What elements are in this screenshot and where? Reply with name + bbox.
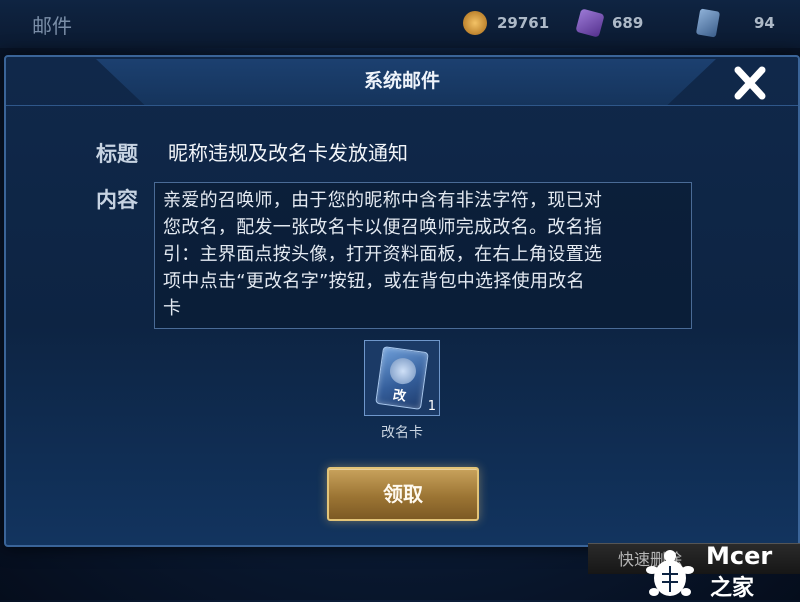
item-name: 改名卡 — [381, 425, 423, 441]
gold-coin-icon — [463, 11, 487, 35]
card-glyph: 改 — [391, 387, 407, 405]
close-button[interactable] — [728, 63, 772, 103]
claim-button[interactable]: 领取 — [327, 467, 479, 521]
top-bar — [0, 0, 800, 48]
dialog-title: 系统邮件 — [363, 70, 440, 92]
content-scroll-box[interactable]: 亲爱的召唤师，由于您的昵称中含有非法字符，现已对 您改名，配发一张改名卡以便召唤… — [154, 182, 692, 329]
content-line: 卡 — [163, 298, 182, 319]
gem-value: 689 — [612, 14, 644, 32]
gem-icon — [575, 8, 605, 38]
content-line: 您改名，配发一张改名卡以便召唤师完成改名。改名指 — [163, 217, 603, 238]
content-line: 引：主界面点按头像，打开资料面板，在右上角设置选 — [163, 244, 603, 265]
content-text: 亲爱的召唤师，由于您的昵称中含有非法字符，现已对 您改名，配发一张改名卡以便召唤… — [155, 183, 691, 322]
mail-page-title: 邮件 — [32, 14, 72, 38]
close-icon — [734, 66, 766, 100]
turtle-logo-icon — [646, 550, 694, 596]
voucher-icon — [695, 8, 721, 38]
content-label: 内容 — [96, 188, 138, 212]
subject-text: 昵称违规及改名卡发放通知 — [168, 141, 408, 165]
subject-label: 标题 — [96, 142, 138, 166]
watermark-text-1: Mcer — [706, 542, 773, 570]
content-line: 项中点击“更改名字”按钮，或在背包中选择使用改名 — [163, 271, 585, 292]
watermark: Mcer 之家 — [640, 542, 800, 601]
gold-resource: 29761 — [463, 10, 549, 36]
header-divider — [6, 105, 798, 106]
system-mail-dialog: 系统邮件 标题 昵称违规及改名卡发放通知 内容 亲爱的召唤师，由于您的昵称中含有… — [4, 55, 800, 547]
card-emblem — [388, 356, 418, 386]
rename-card-icon: 改 — [375, 346, 429, 410]
voucher-value: 94 — [754, 14, 775, 32]
voucher-resource: 94 — [695, 8, 775, 38]
gem-resource: 689 — [575, 8, 644, 38]
gold-value: 29761 — [497, 14, 550, 32]
item-count: 1 — [427, 399, 436, 414]
watermark-text-2: 之家 — [710, 576, 755, 601]
content-line: 亲爱的召唤师，由于您的昵称中含有非法字符，现已对 — [163, 190, 603, 211]
attachment-item-slot[interactable]: 改 1 — [364, 340, 440, 416]
